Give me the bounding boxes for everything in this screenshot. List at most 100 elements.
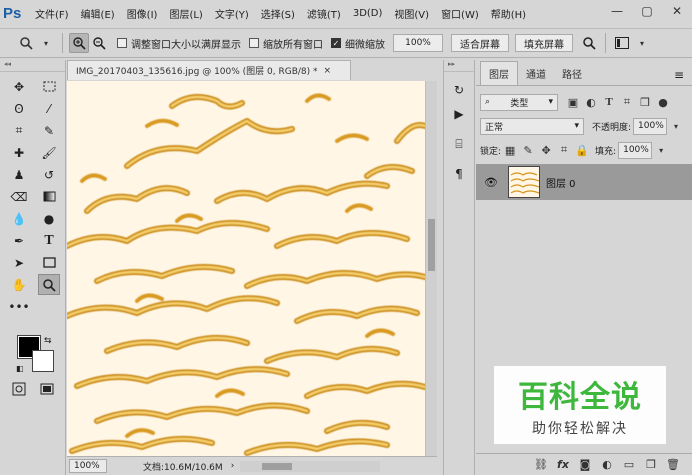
type-tool-icon[interactable]: T <box>38 230 60 251</box>
history-panel-icon[interactable]: ↻ <box>444 78 474 102</box>
screen-mode-icon[interactable] <box>40 382 54 396</box>
adjustment-filter-icon[interactable]: ◐ <box>582 94 600 111</box>
scrubby-zoom-checkbox[interactable]: ✓ <box>331 38 341 48</box>
zoom-all-option[interactable]: 缩放所有窗口 <box>249 36 323 51</box>
maximize-button[interactable]: ▢ <box>632 0 662 22</box>
menu-file[interactable]: 文件(F) <box>29 6 75 21</box>
default-colors-icon[interactable]: ◧ <box>16 364 24 373</box>
menu-layer[interactable]: 图层(L) <box>163 6 208 21</box>
image-canvas[interactable] <box>67 81 425 456</box>
lock-position-icon[interactable]: ✥ <box>537 142 555 159</box>
opacity-field[interactable]: 100% <box>633 117 668 135</box>
menu-select[interactable]: 选择(S) <box>255 6 301 21</box>
scrubby-zoom-option[interactable]: ✓ 细微缩放 <box>331 36 385 51</box>
quick-mask-icon[interactable] <box>12 382 26 396</box>
zoom-tool-preset-icon[interactable] <box>16 33 36 53</box>
hand-tool-icon[interactable]: ✋ <box>8 274 30 295</box>
vertical-scrollbar[interactable] <box>426 81 437 456</box>
tab-channels[interactable]: 通道 <box>518 62 554 85</box>
new-group-icon[interactable]: ▭ <box>618 458 640 471</box>
clone-stamp-tool-icon[interactable]: ♟ <box>8 164 30 185</box>
new-layer-icon[interactable]: ❐ <box>640 458 662 471</box>
workspace-icon[interactable] <box>612 33 632 53</box>
marquee-tool-icon[interactable] <box>38 76 60 97</box>
chevron-down-icon[interactable]: ▾ <box>667 118 685 135</box>
zoom-out-icon[interactable] <box>89 33 109 53</box>
document-tab[interactable]: IMG_20170403_135616.jpg @ 100% (图层 0, RG… <box>67 60 351 80</box>
menu-type[interactable]: 文字(Y) <box>209 6 255 21</box>
zoom-value-field[interactable]: 100% <box>393 34 443 52</box>
lock-transparent-icon[interactable]: ▦ <box>501 142 519 159</box>
path-selection-tool-icon[interactable]: ➤ <box>8 252 30 273</box>
layer-kind-filter[interactable]: ⌕ 类型 ▾ <box>480 93 558 111</box>
menu-window[interactable]: 窗口(W) <box>435 6 485 21</box>
color-swatches[interactable] <box>17 335 58 376</box>
status-zoom-field[interactable]: 100% <box>69 459 107 473</box>
background-color-swatch[interactable] <box>32 350 54 372</box>
search-icon[interactable] <box>579 33 599 53</box>
actions-play-icon[interactable]: ▶ <box>444 102 474 126</box>
chevron-down-icon[interactable]: ▾ <box>632 33 652 53</box>
horizontal-scrollbar[interactable] <box>240 460 381 472</box>
zoom-all-checkbox[interactable] <box>249 38 259 48</box>
tab-layers[interactable]: 图层 <box>480 61 518 85</box>
gradient-tool-icon[interactable] <box>38 186 60 207</box>
zoom-tool-icon[interactable] <box>38 274 60 295</box>
lasso-tool-icon[interactable]: ʘ <box>8 98 30 119</box>
lock-all-icon[interactable]: 🔒 <box>573 142 591 159</box>
panel-menu-icon[interactable]: ≡ <box>674 68 684 82</box>
panel-collapse-handle[interactable]: ▸▸ <box>444 60 474 72</box>
link-layers-icon[interactable]: ⛓ <box>530 458 552 471</box>
rectangle-tool-icon[interactable] <box>38 252 60 273</box>
move-tool-icon[interactable]: ✥ <box>8 76 30 97</box>
resize-windows-checkbox[interactable] <box>117 38 127 48</box>
pen-tool-icon[interactable]: ✒ <box>8 230 30 251</box>
healing-brush-tool-icon[interactable]: ✚ <box>8 142 30 163</box>
eyedropper-tool-icon[interactable]: ✎ <box>38 120 60 141</box>
layer-mask-icon[interactable]: ◙ <box>574 458 596 471</box>
dodge-tool-icon[interactable]: ● <box>38 208 60 229</box>
menu-help[interactable]: 帮助(H) <box>485 6 532 21</box>
chevron-down-icon[interactable]: ▾ <box>652 142 670 159</box>
menu-image[interactable]: 图像(I) <box>121 6 164 21</box>
shape-filter-icon[interactable]: ⌗ <box>618 94 636 111</box>
chevron-right-icon[interactable]: › <box>231 461 235 471</box>
type-filter-icon[interactable]: T <box>600 94 618 111</box>
layer-row[interactable]: 👁 图层 0 <box>476 164 692 200</box>
eye-icon[interactable]: 👁 <box>484 176 502 189</box>
fill-screen-button[interactable]: 填充屏幕 <box>515 34 573 52</box>
paragraph-panel-icon[interactable]: ¶ <box>444 162 474 186</box>
menu-filter[interactable]: 滤镜(T) <box>301 6 347 21</box>
layer-name[interactable]: 图层 0 <box>546 175 576 190</box>
vertical-scroll-thumb[interactable] <box>428 219 435 271</box>
brush-tool-icon[interactable]: 🖌 <box>38 142 60 163</box>
blend-mode-dropdown[interactable]: 正常 ▾ <box>480 117 584 135</box>
minimize-button[interactable]: — <box>602 0 632 22</box>
menu-edit[interactable]: 编辑(E) <box>75 6 121 21</box>
image-filter-icon[interactable]: ▣ <box>564 94 582 111</box>
toolbox-collapse-handle[interactable]: ◂◂ <box>0 60 65 72</box>
horizontal-scroll-thumb[interactable] <box>262 462 293 470</box>
chevron-down-icon[interactable]: ▾ <box>36 33 56 53</box>
menu-3d[interactable]: 3D(D) <box>347 8 389 19</box>
filter-toggle-icon[interactable]: ● <box>654 94 672 111</box>
magic-wand-tool-icon[interactable]: ⁄ <box>38 98 60 119</box>
more-tools-icon[interactable]: ••• <box>8 296 30 317</box>
fit-screen-button[interactable]: 适合屏幕 <box>451 34 509 52</box>
smart-object-filter-icon[interactable]: ❒ <box>636 94 654 111</box>
fill-field[interactable]: 100% <box>618 141 653 159</box>
properties-panel-icon[interactable]: ⌸ <box>444 132 474 156</box>
adjustment-layer-icon[interactable]: ◐ <box>596 458 618 471</box>
crop-tool-icon[interactable]: ⌗ <box>8 120 30 141</box>
blur-tool-icon[interactable]: 💧 <box>8 208 30 229</box>
tab-paths[interactable]: 路径 <box>554 62 590 85</box>
swap-colors-icon[interactable]: ⇆ <box>44 336 52 346</box>
close-button[interactable]: ✕ <box>662 0 692 22</box>
close-icon[interactable]: × <box>324 66 332 76</box>
resize-windows-option[interactable]: 调整窗口大小以满屏显示 <box>117 36 241 51</box>
menu-view[interactable]: 视图(V) <box>388 6 435 21</box>
lock-pixels-icon[interactable]: ✎ <box>519 142 537 159</box>
layer-style-icon[interactable]: fx <box>552 458 574 471</box>
zoom-in-icon[interactable] <box>69 33 89 53</box>
eraser-tool-icon[interactable]: ⌫ <box>8 186 30 207</box>
